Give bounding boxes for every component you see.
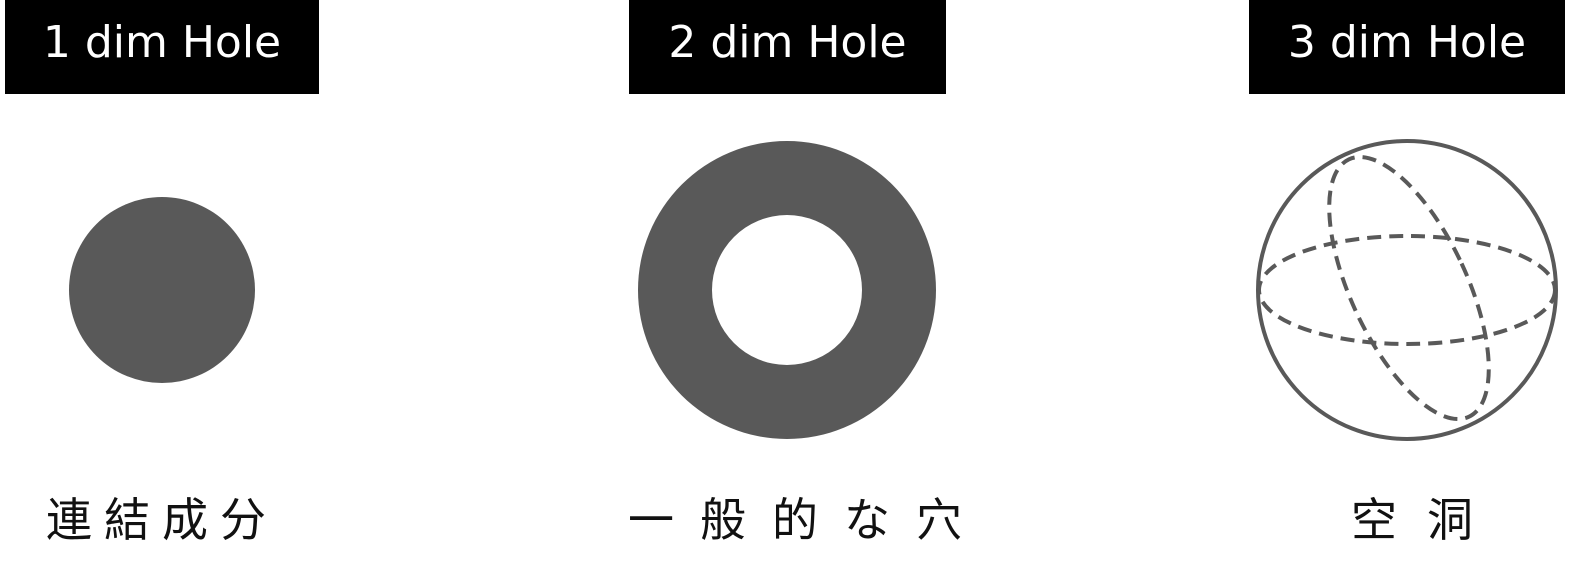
panel-title: 3 dim Hole: [1249, 0, 1565, 94]
ring: [638, 141, 936, 439]
panel-caption: 空洞: [1351, 493, 1503, 547]
panel-caption: 連結成分: [46, 493, 278, 547]
hollow-sphere-figure: [1256, 139, 1558, 441]
sphere-outline: [1256, 139, 1558, 441]
panel-title: 2 dim Hole: [629, 0, 946, 94]
panel-title: 1 dim Hole: [5, 0, 319, 94]
panel-1-dim-hole: 1 dim Hole 連結成分: [0, 0, 330, 588]
filled-disk-figure: [69, 197, 255, 383]
panel-2-dim-hole: 2 dim Hole 一般的な穴: [620, 0, 962, 588]
filled-disk: [69, 197, 255, 383]
sphere-meridian-dashed: [1327, 154, 1491, 422]
sphere-equator-dashed: [1257, 234, 1557, 346]
ring-figure: [638, 141, 936, 439]
panel-3-dim-hole: 3 dim Hole 空洞: [1245, 0, 1582, 588]
panel-caption: 一般的な穴: [628, 493, 988, 547]
